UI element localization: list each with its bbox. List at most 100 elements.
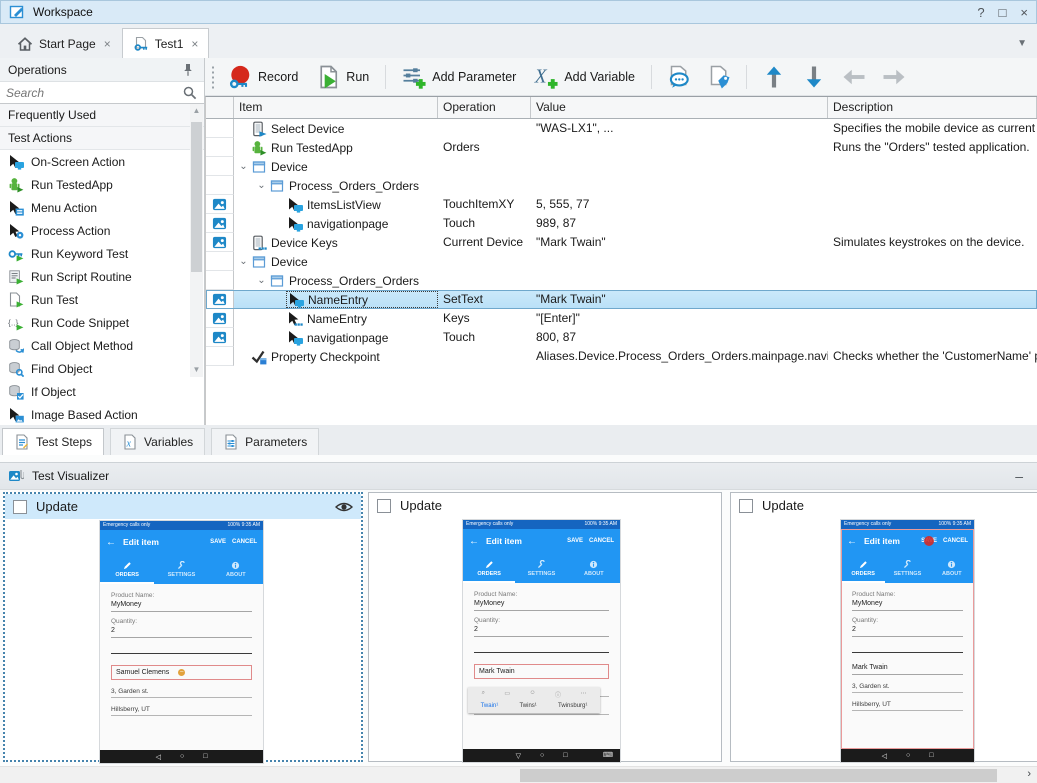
collapse-chevron-icon[interactable]: ⌄: [255, 177, 268, 195]
visualizer-frame-icon[interactable]: [212, 292, 227, 307]
tab-start-page[interactable]: Start Page ×: [6, 28, 122, 58]
cell-value[interactable]: [531, 252, 828, 271]
phone-tab-settings[interactable]: SETTINGS: [515, 553, 567, 583]
phone-nav-back-icon[interactable]: ▽: [516, 752, 521, 760]
cell-operation[interactable]: [438, 252, 531, 271]
quantity-value[interactable]: 2: [852, 624, 963, 637]
operation-item-menu-action[interactable]: Menu Action: [0, 196, 204, 219]
navigate-forward-button[interactable]: [878, 62, 910, 92]
cell-item[interactable]: NameEntry: [234, 309, 438, 328]
grid-row[interactable]: ⌄Process_Orders_Orders: [206, 176, 1037, 195]
operation-item-onscreen[interactable]: On-Screen Action: [0, 150, 204, 173]
keyboard-suggestion-bar[interactable]: ⌕▭☺ⓘ⋯Twain¹Twins¹Twinsburg¹: [468, 687, 600, 713]
cell-description[interactable]: [828, 309, 1037, 328]
price-field[interactable]: [852, 652, 963, 653]
cell-value[interactable]: [531, 138, 828, 157]
suggestion-word[interactable]: Twain¹: [481, 703, 499, 709]
phone-nav-recents-icon[interactable]: □: [203, 753, 207, 760]
cell-description[interactable]: [828, 290, 1037, 309]
cell-item[interactable]: Select Device: [234, 119, 438, 138]
operation-item-keyword-test[interactable]: Run Keyword Test: [0, 242, 204, 265]
operations-search[interactable]: [0, 82, 204, 104]
cell-operation[interactable]: [438, 119, 531, 138]
customer-name-field[interactable]: Mark Twain: [474, 664, 609, 679]
operation-item-script-routine[interactable]: Run Script Routine: [0, 265, 204, 288]
suggestion-toolbar-icon[interactable]: ⌕: [482, 690, 485, 699]
cell-operation[interactable]: TouchItemXY: [438, 195, 531, 214]
scrollbar-thumb[interactable]: [191, 122, 202, 272]
scroll-up-icon[interactable]: ▲: [190, 104, 203, 118]
section-test-actions[interactable]: Test Actions: [0, 127, 204, 150]
collapse-chevron-icon[interactable]: ⌄: [237, 158, 250, 176]
customer-name-field[interactable]: Mark Twain: [852, 664, 963, 675]
cell-item[interactable]: navigationpage: [234, 328, 438, 347]
phone-tab-about[interactable]: ABOUT: [930, 553, 974, 583]
update-checkbox[interactable]: [377, 499, 391, 513]
grid-row[interactable]: ⌄Device: [206, 157, 1037, 176]
run-button[interactable]: Run: [311, 62, 374, 92]
cell-item[interactable]: NameEntry: [234, 290, 438, 309]
cell-value[interactable]: 5, 555, 77: [531, 195, 828, 214]
cell-value[interactable]: 989, 87: [531, 214, 828, 233]
suggestion-toolbar-icon[interactable]: ☺: [529, 690, 535, 699]
cell-description[interactable]: [828, 252, 1037, 271]
scroll-right-icon[interactable]: ›: [1027, 768, 1031, 780]
phone-nav-recents-icon[interactable]: □: [929, 752, 933, 759]
cell-operation[interactable]: Touch: [438, 328, 531, 347]
add-comment-button[interactable]: [663, 62, 695, 92]
address-line2[interactable]: Hillsberry, UT: [111, 706, 252, 716]
grid-row[interactable]: Run TestedAppOrdersRuns the "Orders" tes…: [206, 138, 1037, 157]
suggestion-toolbar-icon[interactable]: ▭: [504, 690, 510, 699]
product-name-value[interactable]: MyMoney: [111, 599, 252, 612]
cell-description[interactable]: [828, 328, 1037, 347]
cell-item[interactable]: ⌄Device: [234, 157, 438, 176]
visualizer-frame-icon[interactable]: [212, 197, 227, 212]
cell-operation[interactable]: [438, 157, 531, 176]
maximize-button[interactable]: □: [999, 5, 1007, 20]
collapse-chevron-icon[interactable]: ⌄: [237, 253, 250, 271]
search-icon[interactable]: [182, 85, 198, 101]
phone-nav-home-icon[interactable]: ○: [180, 753, 184, 760]
cell-value[interactable]: "[Enter]": [531, 309, 828, 328]
cell-value[interactable]: "WAS-LX1", ...: [531, 119, 828, 138]
cell-description[interactable]: Runs the "Orders" tested application.: [828, 138, 1037, 157]
phone-tab-settings[interactable]: SETTINGS: [154, 554, 208, 584]
cell-operation[interactable]: [438, 271, 531, 290]
phone-tab-settings[interactable]: SETTINGS: [885, 553, 929, 583]
close-button[interactable]: ×: [1020, 5, 1028, 20]
cell-description[interactable]: [828, 157, 1037, 176]
tab-test1[interactable]: Test1 ×: [122, 28, 210, 58]
save-button[interactable]: SAVE: [567, 538, 583, 544]
grid-row[interactable]: navigationpageTouch800, 87: [206, 328, 1037, 347]
grid-row[interactable]: ⌄Device: [206, 252, 1037, 271]
visualizer-frame-icon[interactable]: [212, 330, 227, 345]
save-button[interactable]: SAVE: [921, 538, 937, 544]
quantity-value[interactable]: 2: [111, 625, 252, 638]
cell-description[interactable]: Checks whether the 'CustomerName' pr: [828, 347, 1037, 366]
operation-item-find-object[interactable]: Find Object: [0, 357, 204, 380]
tab-test-steps[interactable]: Test Steps: [2, 428, 104, 455]
cell-description[interactable]: Simulates keystrokes on the device.: [828, 233, 1037, 252]
address-line2[interactable]: Hillsberry, UT: [852, 701, 963, 711]
cell-value[interactable]: [531, 271, 828, 290]
cell-value[interactable]: [531, 157, 828, 176]
tab-parameters[interactable]: Parameters: [211, 428, 319, 455]
cell-operation[interactable]: [438, 347, 531, 366]
hscrollbar-thumb[interactable]: [520, 769, 997, 782]
add-variable-button[interactable]: X Add Variable: [529, 62, 640, 92]
grid-row[interactable]: NameEntrySetText"Mark Twain": [206, 290, 1037, 309]
price-field[interactable]: [111, 653, 252, 654]
cell-item[interactable]: Device Keys: [234, 233, 438, 252]
cell-item[interactable]: ⌄Device: [234, 252, 438, 271]
collapse-chevron-icon[interactable]: ⌄: [255, 272, 268, 290]
tab-variables[interactable]: x Variables: [110, 428, 205, 455]
cancel-button[interactable]: CANCEL: [232, 539, 257, 545]
test-visualizer-header[interactable]: Test Visualizer –: [0, 462, 1037, 490]
column-item[interactable]: Item: [234, 97, 438, 118]
scroll-down-icon[interactable]: ▼: [190, 363, 203, 377]
phone-nav-keyboard-icon[interactable]: ⌨: [603, 749, 613, 762]
visualizer-frame[interactable]: UpdateEmergency calls only100% 9:35 AM←E…: [368, 492, 722, 762]
suggestion-word[interactable]: Twins¹: [519, 703, 536, 709]
horizontal-scrollbar[interactable]: ›: [0, 766, 1037, 783]
phone-tab-orders[interactable]: ORDERS: [841, 553, 885, 583]
